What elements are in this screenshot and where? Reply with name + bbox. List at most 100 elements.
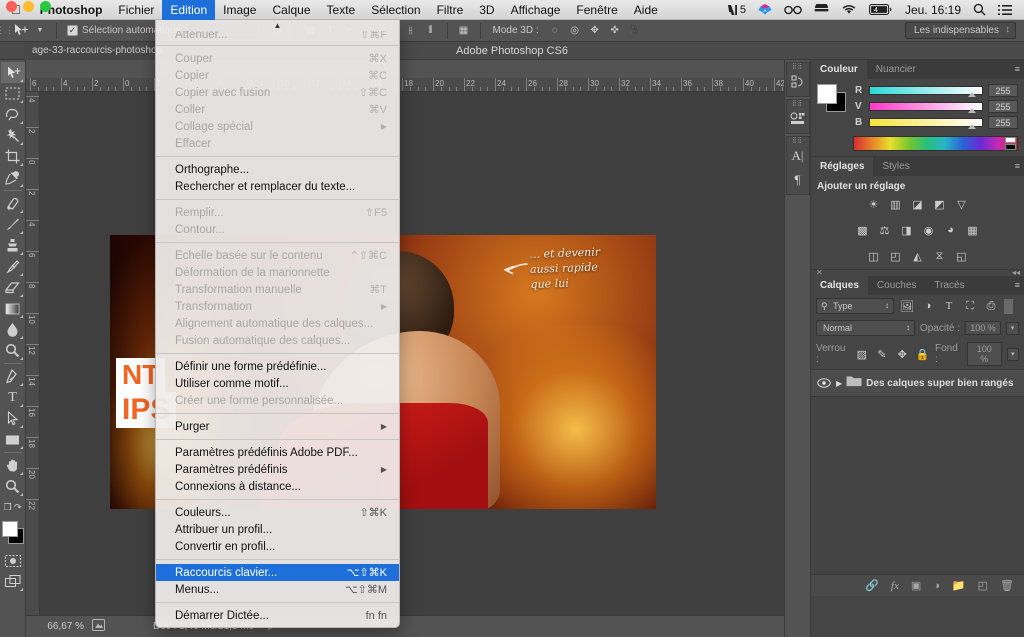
channel-value-v[interactable]: 255 [988,100,1018,113]
layer-name[interactable]: Des calques super bien rangés [866,378,1013,389]
brightness-contrast-icon[interactable]: ☀ [865,196,883,212]
channel-value-r[interactable]: 255 [988,84,1018,97]
notification-center-icon[interactable] [992,0,1018,20]
menu-selection[interactable]: Sélection [363,0,428,20]
smartobject-filter-icon[interactable]: ⎙ [983,299,999,313]
properties-icon[interactable] [787,107,809,131]
menu-item-purger[interactable]: Purger ▶ [156,418,399,435]
wifi-icon[interactable] [835,0,863,20]
tool-dodge[interactable] [1,340,25,361]
new-layer-icon[interactable]: ◰ [978,579,988,592]
slide-3d-object-icon[interactable]: ✜ [605,22,625,40]
layer-visibility-eye-icon[interactable] [816,376,832,390]
options-bar-grip[interactable]: ⋮⋮ [0,20,14,42]
tool-clone-stamp[interactable] [1,235,25,256]
menu-aide[interactable]: Aide [626,0,666,20]
channel-slider-v[interactable] [869,102,983,113]
menu-edition[interactable]: Edition [162,0,216,20]
tool-hand[interactable] [1,455,25,476]
menu-fichier[interactable]: Fichier [110,0,162,20]
fill-value[interactable]: 100 % [966,342,1002,366]
tool-eraser[interactable] [1,277,25,298]
adjustments-panel-menu-icon[interactable]: ≡ [1015,161,1020,171]
menu-item-raccourcis-clavier[interactable]: Raccourcis clavier... ⌥⇧⌘K [156,564,399,581]
new-group-icon[interactable]: 📁 [952,579,966,592]
menu-3d[interactable]: 3D [471,0,502,20]
roll-3d-object-icon[interactable]: ◎ [565,22,585,40]
menu-item-connexions-distance[interactable]: Connexions à distance... [156,478,399,495]
layers-panel-menu-icon[interactable]: ≡ [1015,280,1020,290]
blend-mode-select[interactable]: Normal [816,320,915,336]
tool-edit-toolbar[interactable]: ❐ ↷ [1,497,25,518]
layer-row-group[interactable]: ▶ Des calques super bien rangés [811,369,1024,397]
tool-pen[interactable] [1,366,25,387]
pixel-filter-icon[interactable]: 🖼 [899,299,915,313]
menu-item-d-finir-une-forme-pr-d-finie[interactable]: Définir une forme prédéfinie... [156,358,399,375]
tool-spot-healing-brush[interactable] [1,193,25,214]
menu-affichage[interactable]: Affichage [503,0,569,20]
gradient-map-icon[interactable]: ⧖ [931,248,949,264]
battery-icon[interactable]: 4 [863,0,899,20]
dropbox-icon[interactable] [752,0,778,20]
tool-rectangle-shape[interactable] [1,429,25,450]
menu-item-d-marrer-dict-e[interactable]: Démarrer Dictée... fn fn [156,607,399,624]
workspace-switcher[interactable]: Les indispensables [904,22,1016,39]
menu-item-rechercher-et-remplacer-du-texte[interactable]: Rechercher et remplacer du texte... [156,178,399,195]
rotate-3d-object-icon[interactable]: ◌ [545,22,565,40]
menubar-clock[interactable]: Jeu. 16:19 [899,0,967,20]
tool-gradient[interactable] [1,298,25,319]
auto-select-checkbox[interactable]: ✓ [67,25,78,36]
link-layers-icon[interactable]: 🔗 [865,579,879,592]
menu-scroll-up-indicator[interactable]: ▲ [156,20,399,31]
menu-item-param-tres-pr-d-finis-adobe-pdf[interactable]: Paramètres prédéfinis Adobe PDF... [156,444,399,461]
channel-value-b[interactable]: 255 [988,116,1018,129]
panel-foreground-swatch[interactable] [817,84,837,104]
zoom-level[interactable]: 66,67 % [30,621,84,632]
window-close-button[interactable] [6,1,17,12]
shape-filter-icon[interactable]: ⛶ [962,299,978,313]
tool-crop[interactable] [1,146,25,167]
tab-couches[interactable]: Couches [868,276,925,295]
tool-lasso[interactable] [1,104,25,125]
layer-filter-type-select[interactable]: Type [816,298,894,314]
delete-layer-icon[interactable]: 🗑 [1000,579,1014,592]
tab-couleur[interactable]: Couleur [811,60,867,79]
tool-type[interactable]: T [1,387,25,408]
lock-image-icon[interactable]: ✎ [874,347,889,361]
channel-slider-r[interactable] [869,86,983,97]
window-minimize-button[interactable] [23,1,34,12]
layer-group-disclosure-icon[interactable]: ▶ [836,379,842,388]
layer-mask-icon[interactable]: ▣ [911,579,921,592]
lock-transparency-icon[interactable]: ▨ [854,347,869,361]
character-icon[interactable]: A| [787,144,809,168]
tool-history-brush[interactable] [1,256,25,277]
foreground-color-swatch[interactable] [1,521,18,537]
menu-filtre[interactable]: Filtre [429,0,472,20]
history-icon[interactable] [787,70,809,94]
tab-calques[interactable]: Calques [811,276,868,295]
black-white-icon[interactable]: ◨ [898,222,916,238]
layer-filter-toggle[interactable] [1004,298,1013,314]
bowl-icon[interactable] [808,0,835,20]
vibrance-icon[interactable]: ▽ [953,196,971,212]
spectrum-black-swatch[interactable] [1005,144,1016,150]
tool-blur[interactable] [1,319,25,340]
tool-path-selection[interactable] [1,408,25,429]
paragraph-icon[interactable]: ¶ [787,168,809,192]
tab-reglages[interactable]: Réglages [811,157,874,176]
tab-nuancier[interactable]: Nuancier [867,60,925,79]
tool-quick-mask[interactable] [1,550,25,571]
adobe-cc-status-icon[interactable]: 5 [721,0,752,20]
new-adjustment-layer-icon[interactable]: ◑ [933,580,940,592]
selective-color-icon[interactable]: ◱ [953,248,971,264]
posterize-icon[interactable]: ◰ [887,248,905,264]
drag-3d-object-icon[interactable]: ✥ [585,22,605,40]
auto-align-layers-icon[interactable]: ▦ [454,22,474,40]
spotlight-search-icon[interactable] [967,0,992,20]
tab-traces[interactable]: Tracés [925,276,973,295]
menu-item-param-tres-pr-d-finis[interactable]: Paramètres prédéfinis ▶ [156,461,399,478]
adjustment-filter-icon[interactable]: ◑ [920,299,936,313]
scale-3d-object-icon[interactable]: 🎥 [625,22,645,40]
menu-item-convertir-en-profil[interactable]: Convertir en profil... [156,538,399,555]
window-zoom-button[interactable] [40,1,51,12]
